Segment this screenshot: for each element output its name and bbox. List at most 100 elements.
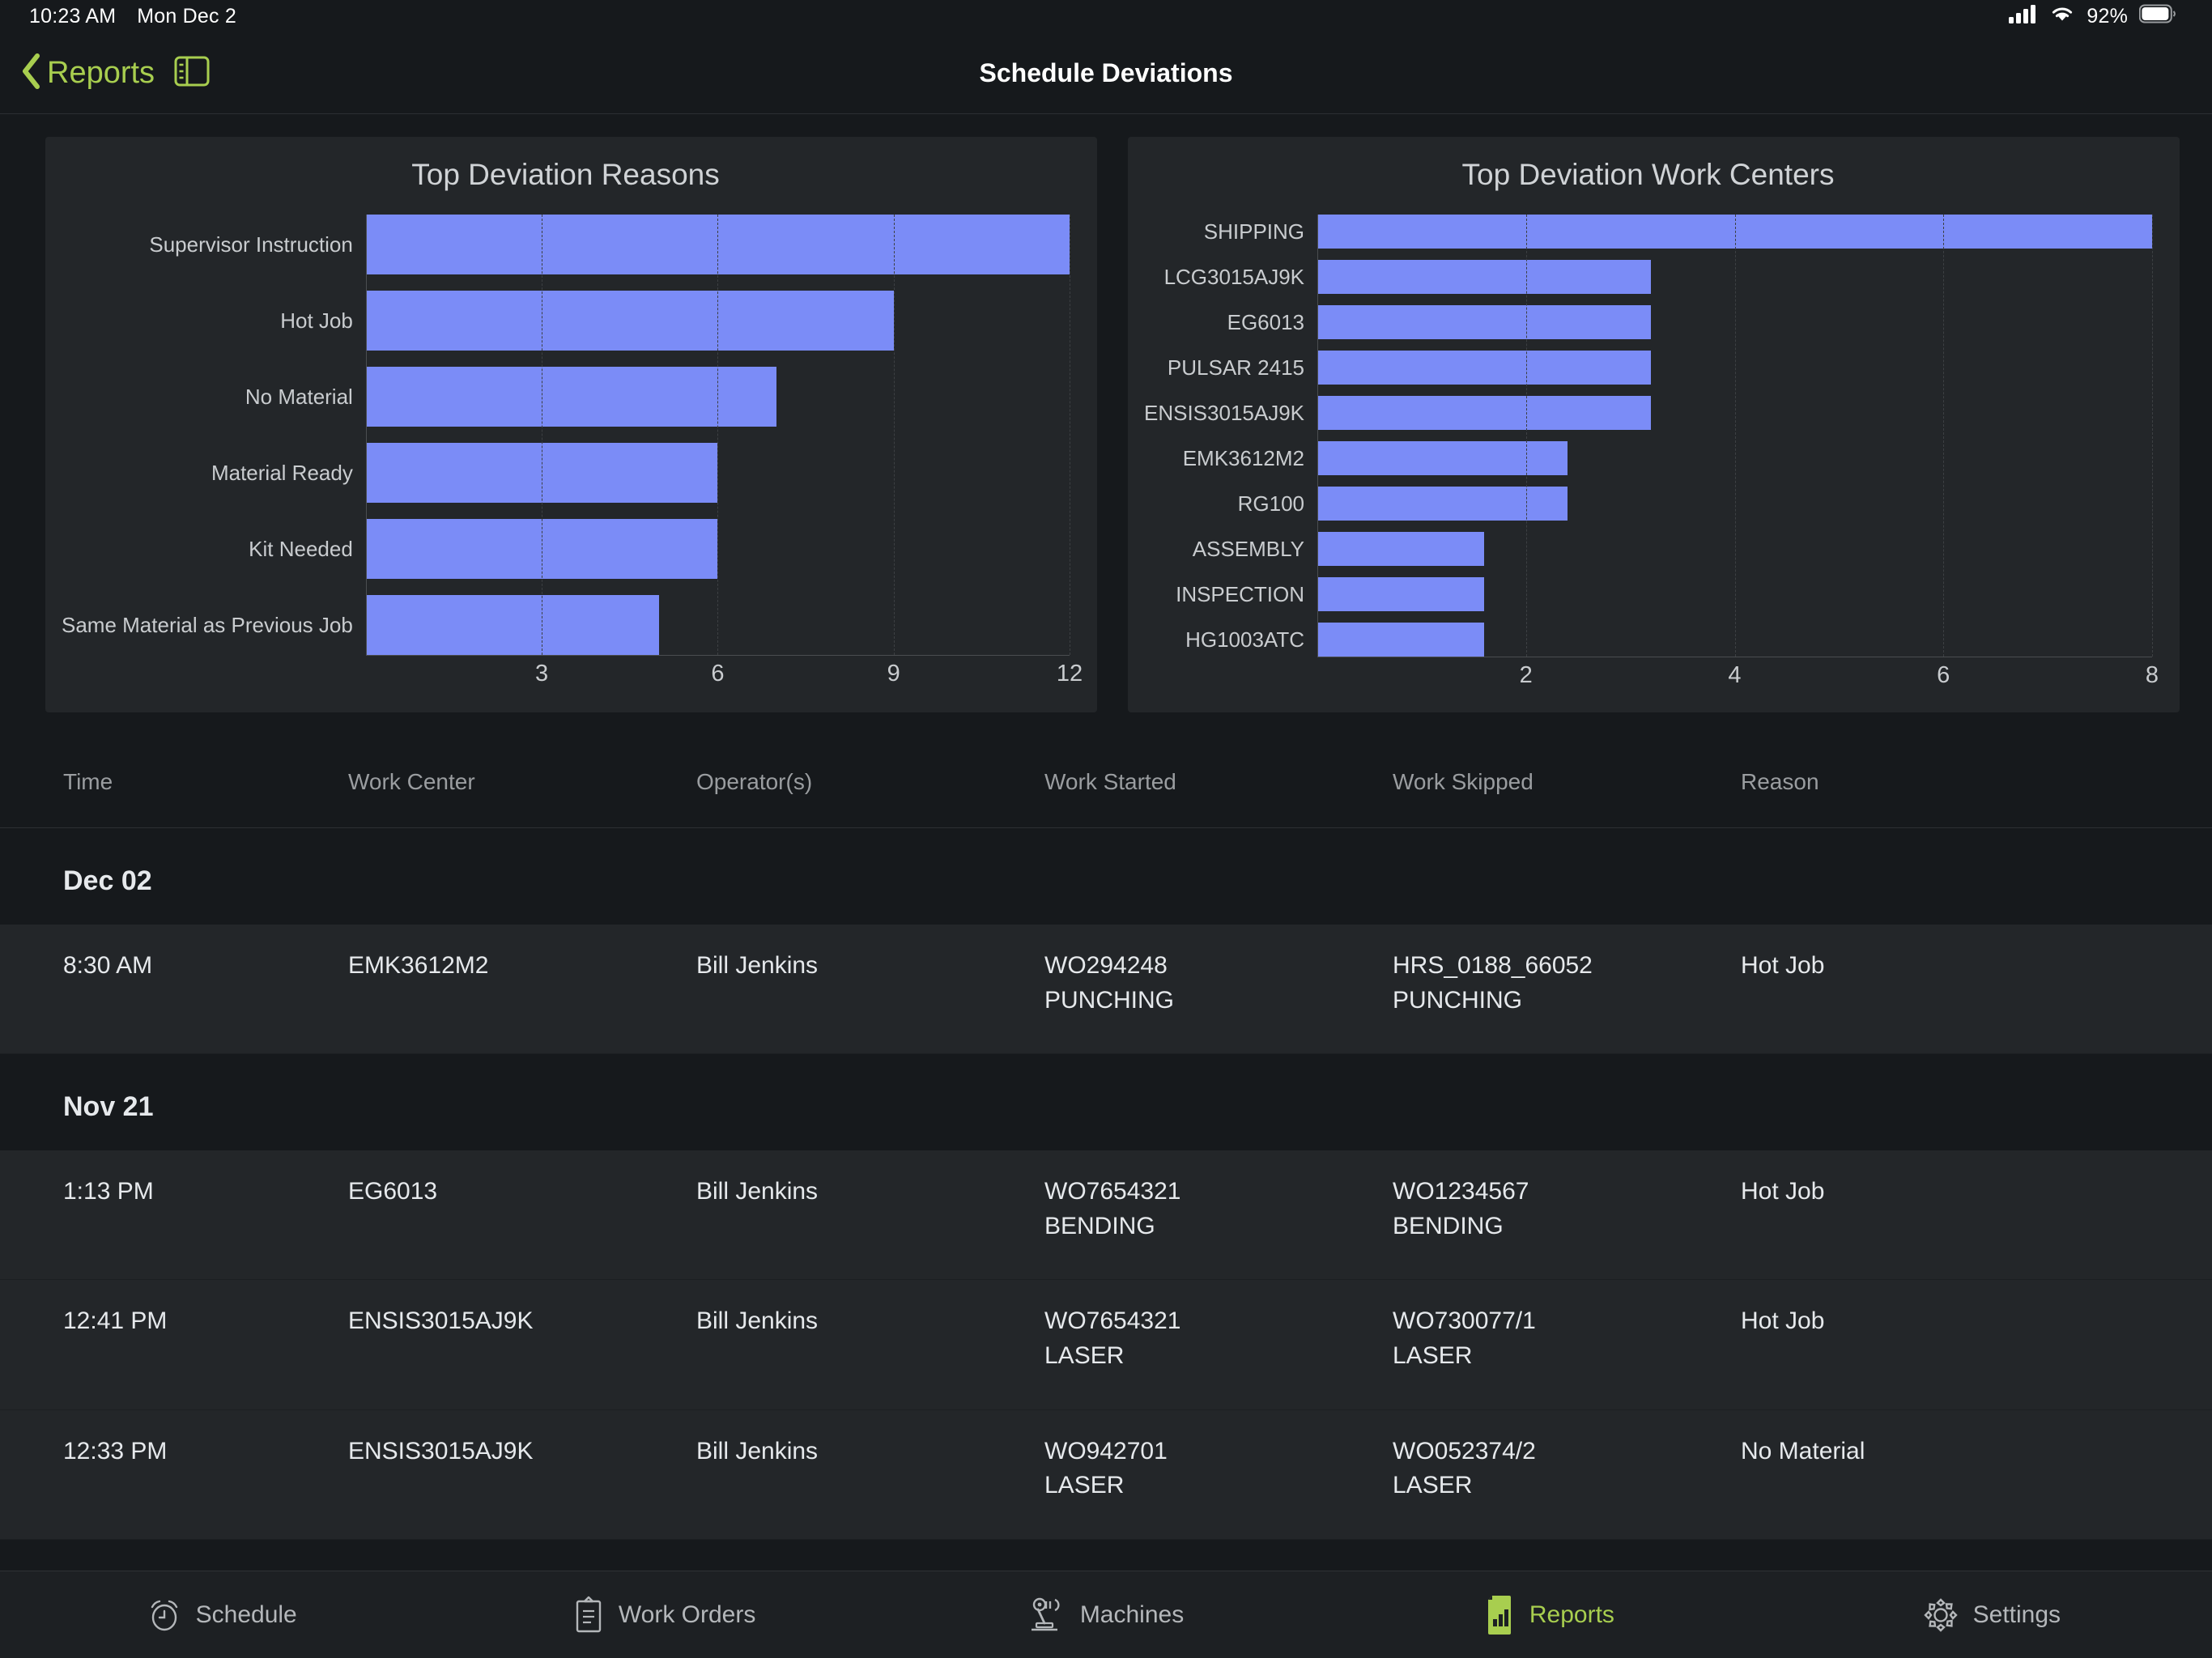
tab-label: Settings xyxy=(1972,1601,2061,1628)
chart-bar[interactable] xyxy=(1317,577,1485,611)
chart-x-tick-label: 3 xyxy=(535,661,549,687)
tab-schedule[interactable]: Schedule xyxy=(0,1596,442,1634)
chart-bar[interactable] xyxy=(1317,623,1485,657)
cell-time: 1:13 PM xyxy=(0,1175,348,1209)
table-row[interactable]: 12:41 PM ENSIS3015AJ9K Bill Jenkins WO76543… xyxy=(0,1280,2212,1410)
chart-bars xyxy=(1317,215,2153,657)
deviations-table: Time Work Center Operator(s) Work Starte… xyxy=(0,750,2212,1636)
chart-bar[interactable] xyxy=(1317,215,2152,249)
back-button[interactable]: Reports xyxy=(19,52,155,95)
chart-top-deviation-reasons: Top Deviation Reasons Supervisor Instruc… xyxy=(45,137,1097,712)
chart-row-gap xyxy=(62,579,366,595)
chart-bar-slot[interactable] xyxy=(1317,532,2152,566)
chart-bar-slot[interactable] xyxy=(1317,215,2152,249)
chart-row-gap xyxy=(1317,566,2152,577)
chart-top-deviation-work-centers: Top Deviation Work Centers SHIPPING LCG30… xyxy=(1128,137,2180,712)
tab-work-orders[interactable]: Work Orders xyxy=(442,1596,884,1635)
chart-bar-slot[interactable] xyxy=(1317,305,2152,339)
sidebar-toggle-button[interactable] xyxy=(171,53,213,94)
chart-bar-slot[interactable] xyxy=(1317,441,2152,475)
column-header-work-started: Work Started xyxy=(1044,769,1176,794)
chart-bar[interactable] xyxy=(1317,351,1652,385)
tab-reports[interactable]: Reports xyxy=(1327,1595,1769,1635)
chart-row-gap xyxy=(62,427,366,443)
chart-row-gap xyxy=(366,351,1070,367)
table-row[interactable]: 1:13 PM EG6013 Bill Jenkins WO7654321 BENDIN… xyxy=(0,1150,2212,1281)
chart-bar-slot[interactable] xyxy=(365,443,1070,503)
chart-bar-slot[interactable] xyxy=(365,367,1070,427)
chart-bar-slot[interactable] xyxy=(1317,577,2152,611)
chart-row-gap xyxy=(1144,294,1317,305)
tab-machines[interactable]: Machines xyxy=(885,1596,1327,1634)
chart-bar-slot[interactable] xyxy=(365,595,1070,655)
cell-work-started: WO7654321 BENDING xyxy=(1044,1175,1393,1244)
sidebar-toggle-icon xyxy=(174,56,210,91)
chart-bar[interactable] xyxy=(365,291,894,351)
chart-category-label: Hot Job xyxy=(280,308,353,333)
navigation-bar: Reports Schedule Deviations xyxy=(0,32,2212,114)
chart-bar[interactable] xyxy=(365,595,659,655)
chart-row-gap xyxy=(1144,249,1317,260)
cell-time: 12:33 PM xyxy=(0,1435,348,1469)
cell-operators-primary: Bill Jenkins xyxy=(696,1437,819,1465)
chart-bar-slot[interactable] xyxy=(1317,487,2152,521)
chart-bar-slot[interactable] xyxy=(1317,260,2152,294)
battery-percentage: 92% xyxy=(2087,4,2128,28)
cell-reason: Hot Job xyxy=(1741,1304,2212,1339)
cell-work-skipped-primary: WO730077/1 xyxy=(1393,1307,1536,1335)
chart-bar-slot[interactable] xyxy=(365,291,1070,351)
chart-category-label: LCG3015AJ9K xyxy=(1163,264,1305,289)
chart-row-gap xyxy=(1317,521,2152,532)
chart-bar[interactable] xyxy=(365,443,718,503)
table-row[interactable]: 12:33 PM ENSIS3015AJ9K Bill Jenkins WO94270… xyxy=(0,1409,2212,1540)
chart-bar[interactable] xyxy=(365,367,776,427)
cell-reason-primary: Hot Job xyxy=(1741,952,1825,979)
chart-category-label: RG100 xyxy=(1237,491,1305,516)
chart-category-label: SHIPPING xyxy=(1203,219,1305,244)
chart-x-tick-label: 6 xyxy=(711,661,725,687)
chart-bar[interactable] xyxy=(1317,487,1568,521)
cell-operators: Bill Jenkins xyxy=(696,1304,1044,1339)
cell-work-started-secondary: LASER xyxy=(1044,1472,1125,1499)
chart-bar[interactable] xyxy=(365,519,718,579)
chart-x-tick-label: 2 xyxy=(1519,662,1533,688)
chart-bar-slot[interactable] xyxy=(365,215,1070,274)
chart-category-label: ENSIS3015AJ9K xyxy=(1144,400,1305,425)
chart-bar-slot[interactable] xyxy=(1317,351,2152,385)
cell-operators: Bill Jenkins xyxy=(696,1175,1044,1209)
chart-bar[interactable] xyxy=(1317,396,1652,430)
chart-row-gap xyxy=(1144,521,1317,532)
cell-operators-primary: Bill Jenkins xyxy=(696,1307,819,1335)
chart-bar-slot[interactable] xyxy=(365,519,1070,579)
tab-label: Machines xyxy=(1079,1601,1185,1628)
chart-category-label: EMK3612M2 xyxy=(1182,445,1305,470)
date-group-label: Dec 02 xyxy=(63,865,152,896)
cell-work-skipped: WO052374/2 LASER xyxy=(1393,1435,1741,1503)
table-row[interactable]: 8:30 AM EMK3612M2 Bill Jenkins WO294248 PUNC… xyxy=(0,925,2212,1055)
chart-bar[interactable] xyxy=(1317,532,1485,566)
chart-row-gap xyxy=(366,427,1070,443)
column-header-work-center: Work Center xyxy=(348,769,475,794)
page-title: Schedule Deviations xyxy=(979,57,1233,87)
cell-work-skipped-secondary: LASER xyxy=(1393,1472,1473,1499)
chart-title: Top Deviation Work Centers xyxy=(1461,158,1835,191)
cell-time-primary: 12:33 PM xyxy=(63,1437,168,1465)
cell-work-skipped-primary: HRS_0188_66052 xyxy=(1393,952,1593,979)
cell-work-started-primary: WO7654321 xyxy=(1044,1307,1181,1335)
cell-reason: Hot Job xyxy=(1741,1175,2212,1209)
cell-reason-primary: Hot Job xyxy=(1741,1307,1825,1335)
column-header-work-skipped: Work Skipped xyxy=(1393,769,1534,794)
chart-bar[interactable] xyxy=(365,215,1070,274)
report-chart-icon xyxy=(1482,1595,1516,1635)
chart-bar-slot[interactable] xyxy=(1317,623,2152,657)
chart-bar[interactable] xyxy=(1317,260,1652,294)
chart-bar[interactable] xyxy=(1317,305,1652,339)
chart-category-label: INSPECTION xyxy=(1176,581,1305,606)
chart-category-label: Supervisor Instruction xyxy=(149,232,353,257)
chart-x-tick-label: 12 xyxy=(1056,661,1083,687)
chart-bar[interactable] xyxy=(1317,441,1568,475)
tab-settings[interactable]: Settings xyxy=(1770,1596,2212,1635)
chart-gridline xyxy=(2152,215,2153,657)
cell-work-center: ENSIS3015AJ9K xyxy=(348,1435,696,1469)
chart-bar-slot[interactable] xyxy=(1317,396,2152,430)
